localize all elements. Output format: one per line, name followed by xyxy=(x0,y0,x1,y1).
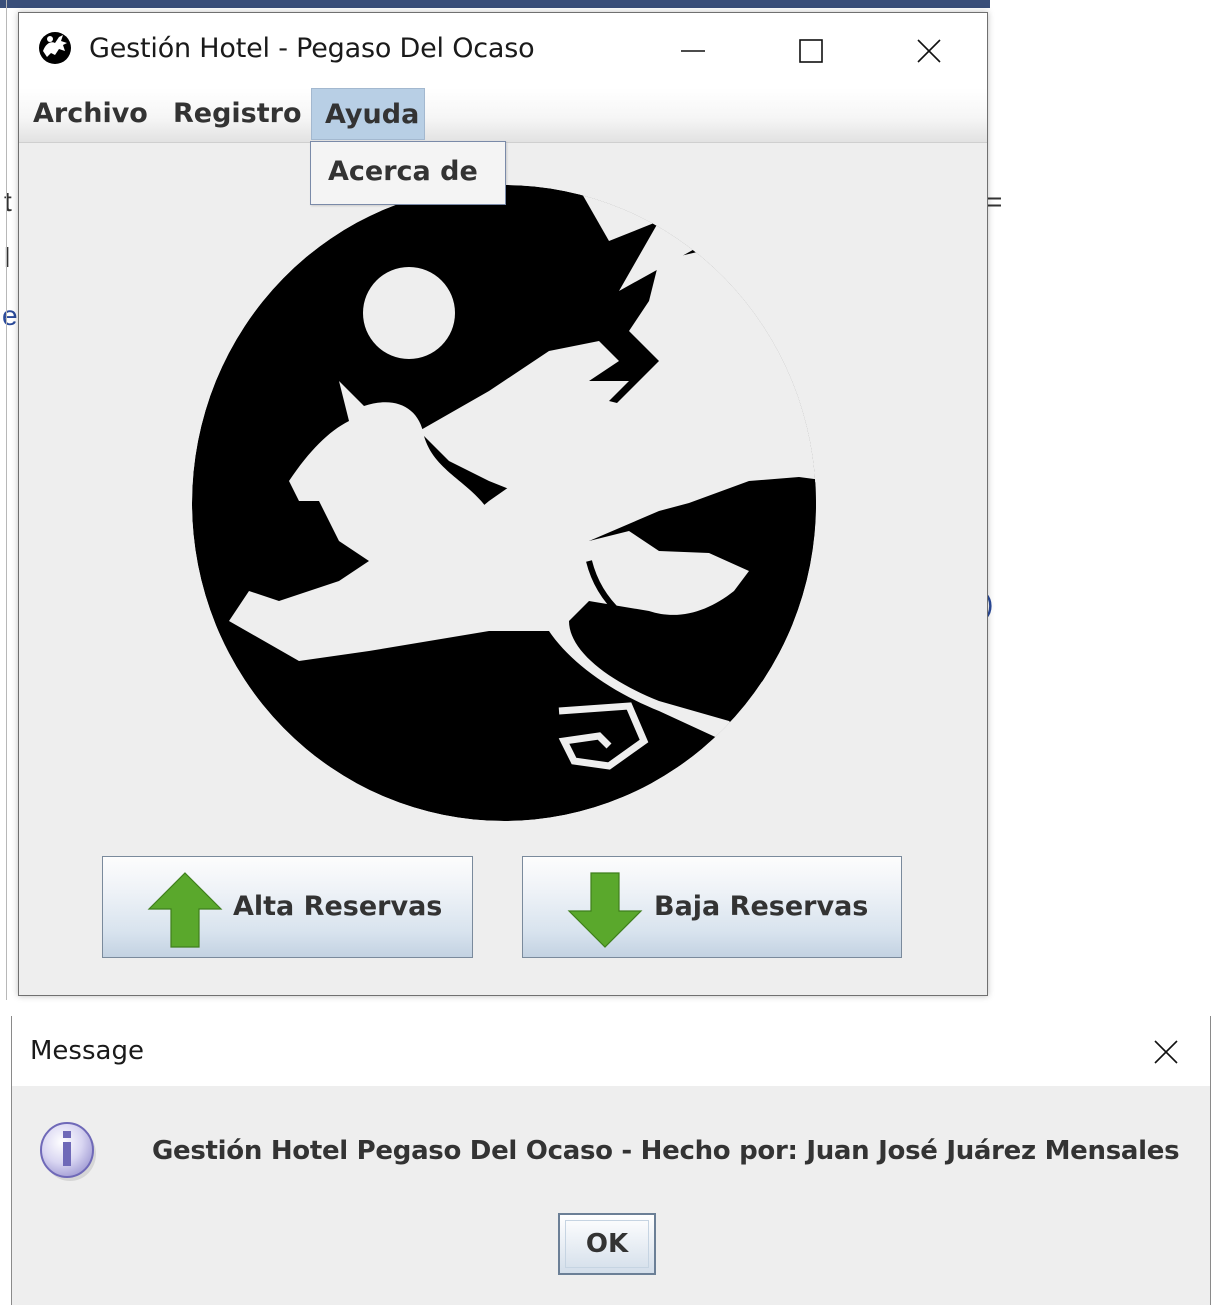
menu-registro[interactable]: Registro xyxy=(159,88,316,140)
ok-button[interactable]: OK xyxy=(558,1213,656,1275)
message-dialog: Message Gestión Hotel Pegaso Del Ocaso -… xyxy=(11,1016,1211,1305)
main-window: Gestión Hotel - Pegaso Del Ocaso Archivo… xyxy=(18,12,988,996)
window-titlebar[interactable]: Gestión Hotel - Pegaso Del Ocaso xyxy=(19,13,987,88)
dialog-titlebar[interactable]: Message xyxy=(12,1016,1210,1086)
ayuda-dropdown: Acerca de xyxy=(310,141,506,205)
baja-reservas-label: Baja Reservas xyxy=(654,891,869,922)
background-text-fragment: l xyxy=(4,242,11,273)
close-icon xyxy=(1154,1040,1178,1064)
info-icon xyxy=(40,1122,96,1181)
background-text-fragment: = xyxy=(986,186,1003,217)
arrow-down-icon xyxy=(567,872,643,948)
menu-item-acerca-de[interactable]: Acerca de xyxy=(328,156,478,187)
ok-button-label: OK xyxy=(585,1229,629,1259)
alta-reservas-button[interactable]: Alta Reservas xyxy=(102,856,473,958)
alta-reservas-label: Alta Reservas xyxy=(233,891,443,922)
window-title: Gestión Hotel - Pegaso Del Ocaso xyxy=(89,33,535,64)
pegasus-logo xyxy=(192,185,816,821)
baja-reservas-button[interactable]: Baja Reservas xyxy=(522,856,902,958)
dialog-close-button[interactable] xyxy=(1132,1028,1196,1074)
minimize-button[interactable] xyxy=(661,27,725,73)
maximize-button[interactable] xyxy=(779,27,843,73)
background-titlebar-edge xyxy=(0,0,990,8)
close-icon xyxy=(917,39,941,63)
dialog-title: Message xyxy=(30,1036,144,1066)
menu-archivo[interactable]: Archivo xyxy=(19,88,162,140)
maximize-icon xyxy=(799,39,823,63)
close-button[interactable] xyxy=(897,27,961,73)
arrow-up-icon xyxy=(147,872,223,948)
dialog-message: Gestión Hotel Pegaso Del Ocaso - Hecho p… xyxy=(152,1136,1180,1166)
background-divider xyxy=(6,0,7,1000)
menu-ayuda[interactable]: Ayuda xyxy=(311,88,425,140)
menubar: Archivo Registro Ayuda xyxy=(19,88,987,143)
pegasus-logo-icon xyxy=(39,32,71,64)
minimize-icon xyxy=(681,50,705,52)
background-text-fragment: e xyxy=(2,300,18,331)
